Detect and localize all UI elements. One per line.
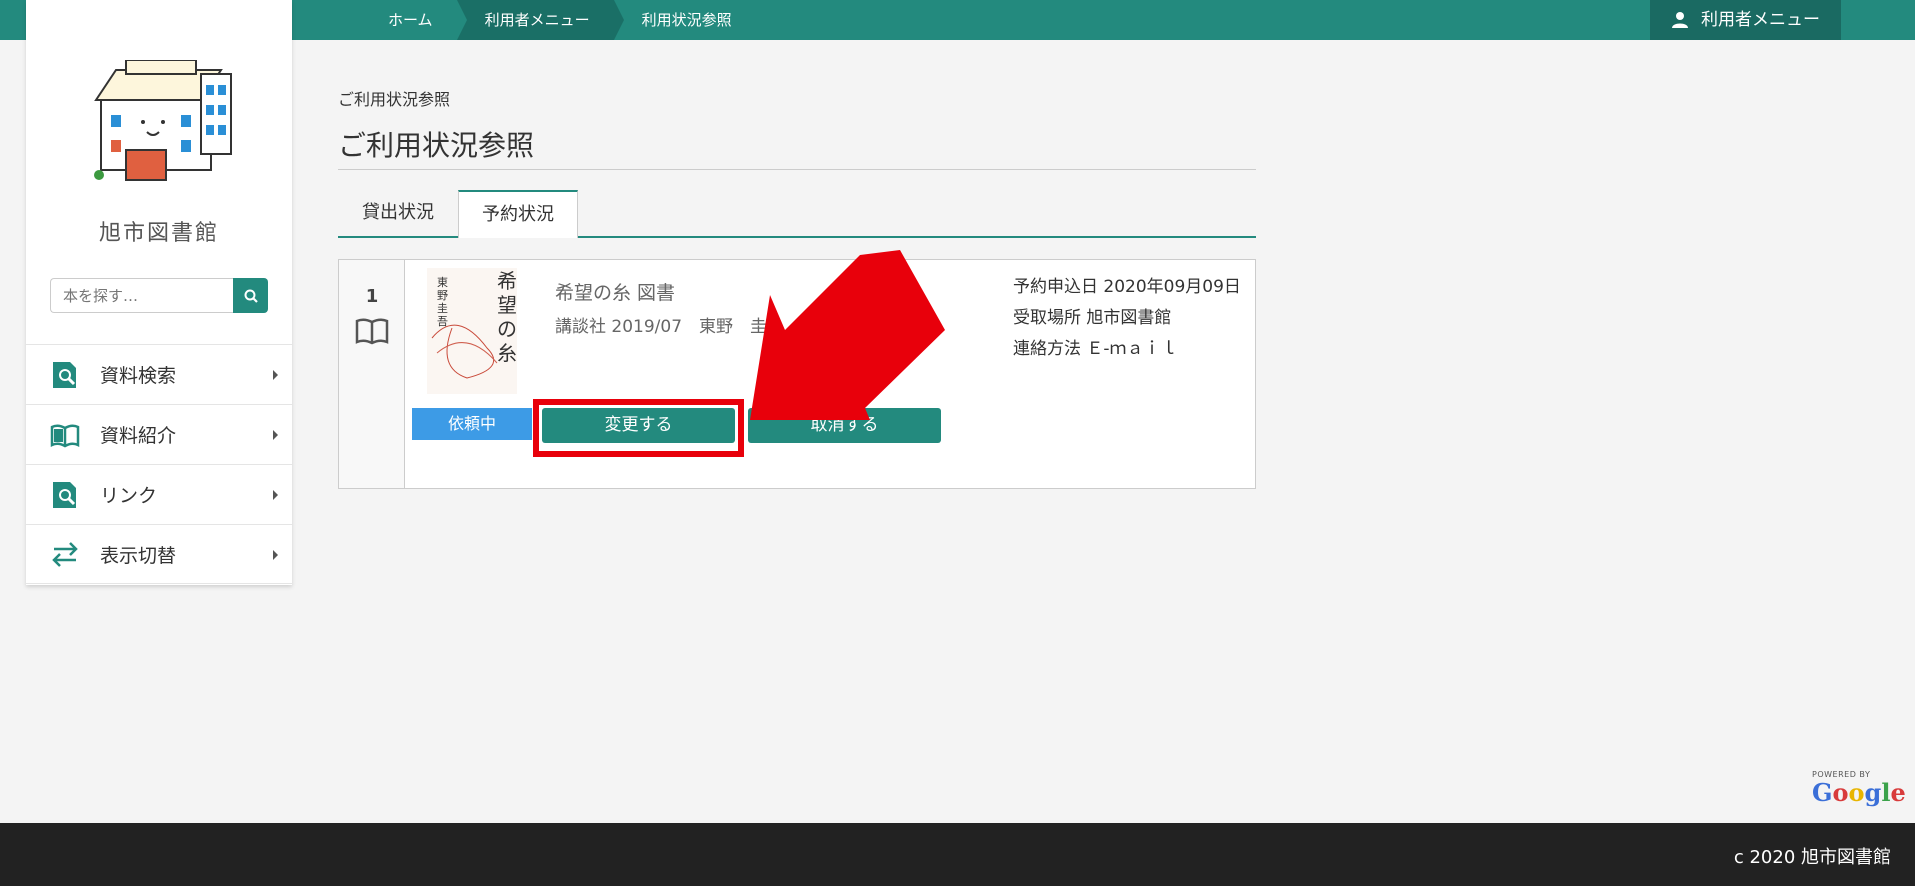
- cover-title-char: 望: [497, 293, 517, 317]
- sidebar-item-material-intro[interactable]: 資料紹介: [26, 404, 292, 464]
- open-book-icon: [50, 423, 80, 447]
- annotation-highlight-box: [533, 399, 744, 457]
- breadcrumb-user-menu[interactable]: 利用者メニュー: [456, 0, 624, 40]
- breadcrumb-home[interactable]: ホーム: [360, 0, 467, 40]
- reservation-index-column: 1: [339, 260, 405, 488]
- sidebar-item-material-search[interactable]: 資料検索: [26, 344, 292, 404]
- user-menu-button[interactable]: 利用者メニュー: [1650, 0, 1841, 40]
- breadcrumb: ホーム 利用者メニュー 利用状況参照: [360, 0, 756, 40]
- annotation-arrow-icon: [750, 250, 945, 420]
- reservation-number: 1: [365, 286, 379, 307]
- search-icon: [244, 289, 258, 303]
- book-title[interactable]: 希望の糸 図書: [555, 278, 675, 305]
- book-icon: [355, 318, 389, 345]
- copyright: c 2020 旭市図書館: [1733, 847, 1891, 868]
- book-cover-art: 希 望 の 糸 東 野 圭 吾: [427, 268, 517, 394]
- sidebar-item-display-toggle[interactable]: 表示切替: [26, 524, 292, 584]
- user-menu-label: 利用者メニュー: [1701, 10, 1820, 30]
- caret-right-icon: [273, 490, 278, 500]
- caret-right-icon: [273, 550, 278, 560]
- sidebar-item-label: 表示切替: [100, 544, 177, 567]
- swap-arrows-icon: [52, 542, 78, 567]
- search-box: [50, 278, 268, 313]
- sidebar-item-label: リンク: [100, 485, 158, 507]
- sidebar-item-label: 資料紹介: [100, 425, 177, 447]
- sidebar-item-label: 資料検索: [100, 365, 177, 387]
- reservation-date: 予約申込日 2020年09月09日: [1013, 277, 1241, 297]
- contact-method: 連絡方法 Ｅ-ｍａｉｌ: [1013, 339, 1178, 359]
- sidebar: 旭市図書館 資料検索 資料紹介: [26, 0, 292, 585]
- search-input[interactable]: [50, 278, 233, 313]
- breadcrumb-current: 利用状況参照: [641, 11, 732, 29]
- search-doc-icon: [53, 361, 76, 388]
- tab-reservation-status[interactable]: 予約状況: [458, 190, 578, 238]
- library-logo[interactable]: [81, 60, 241, 190]
- powered-by-google: POWERED BY Google: [1812, 770, 1906, 810]
- cover-author-char: 圭: [437, 302, 448, 315]
- sidebar-item-link[interactable]: リンク: [26, 464, 292, 524]
- search-doc-icon: [53, 481, 76, 508]
- footer: c 2020 旭市図書館: [0, 823, 1915, 886]
- caret-right-icon: [273, 430, 278, 440]
- status-badge: 依頼中: [412, 408, 532, 440]
- page-breadcrumb: ご利用状況参照: [338, 90, 451, 109]
- search-button[interactable]: [233, 278, 268, 313]
- library-name: 旭市図書館: [98, 221, 219, 246]
- caret-right-icon: [273, 370, 278, 380]
- reservation-info: 予約申込日 2020年09月09日 受取場所 旭市図書館 連絡方法 Ｅ-ｍａｉｌ: [1013, 272, 1241, 365]
- tab-loan-status[interactable]: 貸出状況: [338, 190, 458, 236]
- sidebar-nav: 資料検索 資料紹介 リンク 表示切替: [26, 344, 292, 584]
- page-title: ご利用状況参照: [338, 124, 1256, 170]
- status-tabs: 貸出状況 予約状況: [338, 190, 1256, 238]
- cover-author-char: 吾: [437, 315, 448, 328]
- cover-title-char: 糸: [497, 341, 517, 365]
- cover-title-char: 希: [497, 269, 517, 293]
- google-logo: Google: [1812, 778, 1906, 807]
- book-cover-image[interactable]: 希 望 の 糸 東 野 圭 吾: [427, 268, 517, 394]
- user-icon: [1672, 12, 1688, 28]
- cover-author-char: 野: [437, 289, 448, 302]
- cover-title-char: の: [497, 317, 517, 341]
- pickup-location: 受取場所 旭市図書館: [1013, 308, 1172, 328]
- book-meta: 講談社 2019/07 東野 圭: [555, 317, 768, 337]
- cover-author-char: 東: [437, 276, 448, 289]
